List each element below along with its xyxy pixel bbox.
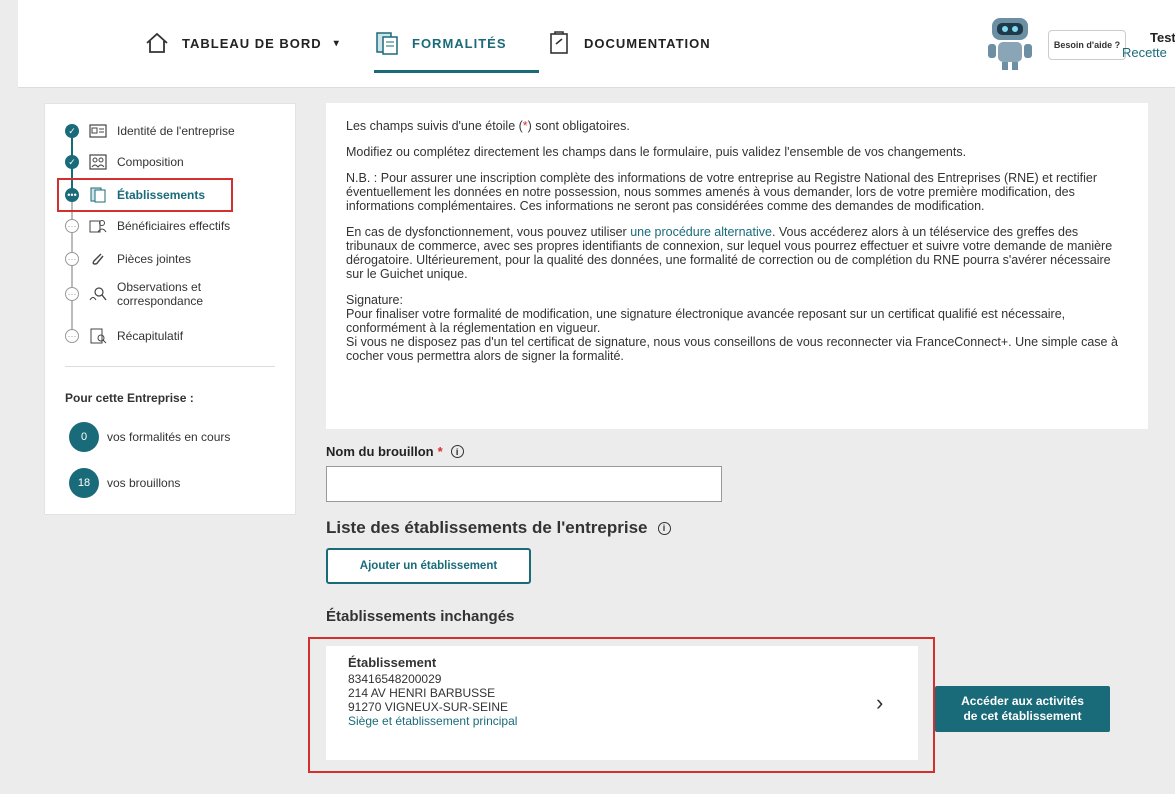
text: En cas de dysfonctionnement, vous pouvez… — [346, 225, 631, 239]
beneficiaries-icon — [89, 220, 107, 233]
alternative-procedure-link[interactable]: une procédure alternative — [630, 225, 772, 239]
access-activities-button[interactable]: Accéder aux activités de cet établissemen… — [935, 686, 1110, 732]
nav-dashboard[interactable]: TABLEAU DE BORD ▾ — [144, 28, 340, 58]
unchanged-establishments-title: Établissements inchangés — [326, 608, 515, 625]
pending-icon: ··· — [65, 252, 79, 266]
establishment-siret: 83416548200029 — [348, 672, 442, 686]
signature-notice: Signature: Pour finaliser votre formalité… — [346, 293, 1128, 363]
nav-dashboard-label: TABLEAU DE BORD — [182, 35, 322, 51]
info-icon[interactable]: i — [657, 521, 671, 535]
nav-documentation-label: DOCUMENTATION — [584, 35, 711, 51]
help-bubble[interactable]: Besoin d'aide ? — [1048, 30, 1126, 60]
document-stack-icon — [90, 187, 106, 203]
drafts-link[interactable]: 18 vos brouillons — [69, 468, 180, 498]
step-label: Identité de l'entreprise — [117, 124, 235, 138]
label-line1: Accéder aux activités — [961, 694, 1084, 708]
step-label: Récapitulatif — [117, 329, 184, 343]
nav-formalities-label: FORMALITÉS — [412, 35, 507, 51]
add-establishment-button[interactable]: Ajouter un établissement — [326, 548, 531, 584]
establishment-address-line2: 91270 VIGNEUX-SUR-SEINE — [348, 700, 509, 714]
section-title-text: Liste des établissements de l'entreprise — [326, 518, 648, 537]
step-label: Pièces jointes — [117, 252, 192, 266]
text: ) sont obligatoires. — [527, 119, 630, 133]
nav-documentation[interactable]: DOCUMENTATION — [546, 28, 711, 58]
count-badge: 18 — [69, 468, 99, 498]
required-star: * — [437, 444, 443, 459]
sidebar-divider — [65, 366, 275, 367]
text: Si vous ne disposez pas d'un tel certifi… — [346, 335, 1118, 363]
chevron-right-icon[interactable]: › — [876, 690, 883, 716]
pending-icon: ··· — [65, 219, 79, 233]
information-panel: Les champs suivis d'une étoile (*) sont … — [326, 103, 1148, 429]
establishments-list-title: Liste des établissements de l'entreprise… — [326, 518, 671, 538]
step-label: Établissements — [117, 188, 206, 202]
chevron-down-icon: ▾ — [333, 37, 340, 49]
step-beneficial-owners[interactable]: ··· Bénéficiaires effectifs — [65, 218, 230, 234]
text: Les champs suivis d'une étoile ( — [346, 119, 523, 133]
clipboard-icon — [550, 31, 568, 54]
step-establishments[interactable]: ••• Établissements — [65, 187, 205, 203]
summary-icon — [90, 328, 107, 344]
home-icon — [146, 32, 168, 53]
nav-formalities[interactable]: FORMALITÉS — [374, 28, 507, 58]
establishment-card[interactable]: Établissement 83416548200029 214 AV HENR… — [326, 646, 918, 760]
malfunction-notice: En cas de dysfonctionnement, vous pouvez… — [346, 225, 1128, 281]
draft-name-label: Nom du brouillon * i — [326, 444, 464, 459]
step-label: Bénéficiaires effectifs — [117, 219, 231, 233]
in-progress-icon: ••• — [65, 188, 79, 202]
step-label: Composition — [117, 155, 184, 169]
id-card-icon — [89, 124, 107, 138]
nav-active-indicator — [374, 70, 539, 73]
activities-button-label: Accéder aux activités de cet établissemen… — [961, 694, 1084, 724]
establishment-address-line1: 214 AV HENRI BARBUSSE — [348, 686, 496, 700]
pending-icon: ··· — [65, 287, 79, 301]
user-name[interactable]: Test — [1150, 30, 1175, 45]
step-composition[interactable]: ✓ Composition — [65, 154, 184, 170]
pending-icon: ··· — [65, 329, 79, 343]
info-icon[interactable]: i — [450, 445, 464, 458]
draft-label-text: Nom du brouillon — [326, 444, 434, 459]
paperclip-icon — [92, 253, 104, 265]
draft-name-input[interactable] — [326, 466, 722, 502]
establishment-title: Établissement — [348, 655, 437, 670]
check-icon: ✓ — [65, 124, 79, 138]
required-fields-notice: Les champs suivis d'une étoile (*) sont … — [346, 119, 1128, 133]
steps-sidebar: ✓ Identité de l'entreprise ✓ Composition… — [44, 103, 296, 515]
modify-notice: Modifiez ou complétez directement les ch… — [346, 145, 967, 159]
step-observations[interactable]: ··· Observations et correspondance — [65, 280, 203, 308]
step-attachments[interactable]: ··· Pièces jointes — [65, 251, 191, 267]
text: Pour finaliser votre formalité de modifi… — [346, 307, 1066, 335]
check-icon: ✓ — [65, 155, 79, 169]
count-badge: 0 — [69, 422, 99, 452]
company-section-title: Pour cette Entreprise : — [65, 391, 194, 405]
label-line2: de cet établissement — [963, 709, 1082, 723]
step-label: Observations et correspondance — [117, 280, 203, 308]
step-label-line1: Observations et — [117, 280, 202, 294]
step-company-identity[interactable]: ✓ Identité de l'entreprise — [65, 123, 235, 139]
robot-assistant-icon[interactable] — [980, 14, 1040, 72]
user-role: Recette — [1122, 45, 1167, 60]
establishment-type: Siège et établissement principal — [348, 714, 518, 728]
counter-label: vos brouillons — [107, 476, 181, 490]
formalities-in-progress-link[interactable]: 0 vos formalités en cours — [69, 422, 230, 452]
document-stack-icon — [376, 32, 398, 55]
people-card-icon — [89, 154, 107, 170]
signature-title: Signature: — [346, 293, 403, 307]
magnifier-people-icon — [89, 287, 107, 301]
counter-label: vos formalités en cours — [107, 430, 231, 444]
nb-notice: N.B. : Pour assurer une inscription comp… — [346, 171, 1098, 213]
top-nav-bar: TABLEAU DE BORD ▾ FORMALITÉS DOCUMENTATI… — [18, 0, 1175, 88]
step-summary[interactable]: ··· Récapitulatif — [65, 328, 183, 344]
step-label-line2: correspondance — [117, 294, 204, 308]
